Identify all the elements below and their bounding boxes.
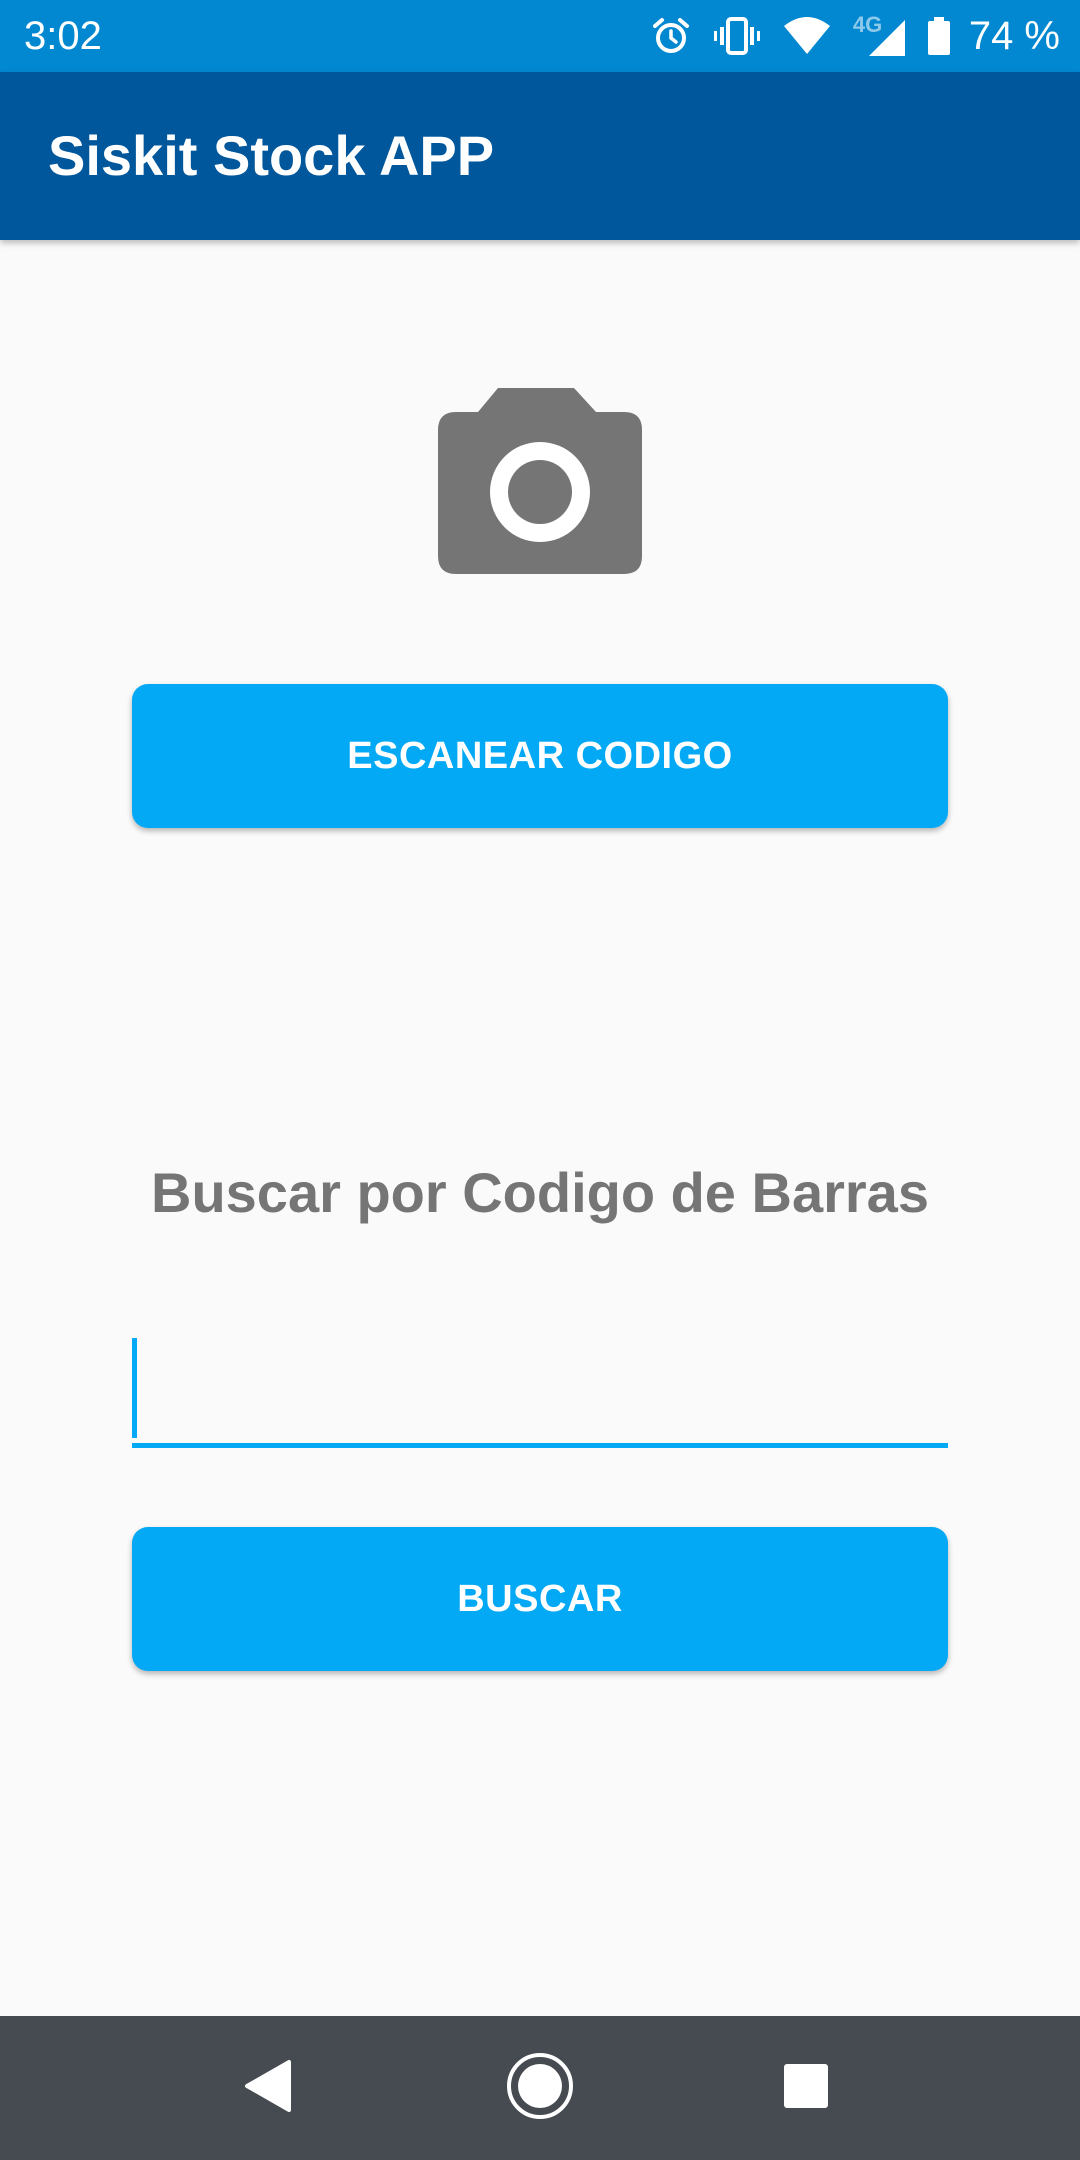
search-button[interactable]: BUSCAR xyxy=(132,1527,948,1671)
battery-percent: 74 % xyxy=(968,13,1060,58)
vibrate-icon xyxy=(713,16,761,56)
status-icons: 4G 74 % xyxy=(651,0,1060,72)
app-bar: Siskit Stock APP xyxy=(0,72,1080,240)
app-title: Siskit Stock APP xyxy=(48,124,495,187)
status-time: 3:02 xyxy=(24,14,102,58)
cell-signal-icon: 4G xyxy=(853,12,905,58)
recents-button[interactable] xyxy=(756,2038,856,2138)
battery-icon xyxy=(927,16,951,56)
text-cursor xyxy=(132,1338,137,1438)
back-icon xyxy=(243,2059,293,2118)
scan-code-button[interactable]: ESCANEAR CODIGO xyxy=(132,684,948,828)
alarm-icon xyxy=(651,16,691,56)
status-bar: 3:02 4G 74 % xyxy=(0,0,1080,72)
search-section-title: Buscar por Codigo de Barras xyxy=(151,1161,929,1224)
navigation-bar xyxy=(0,2016,1080,2160)
camera-icon xyxy=(438,388,642,574)
wifi-icon xyxy=(783,16,831,56)
home-button[interactable] xyxy=(490,2038,590,2138)
recents-icon xyxy=(782,2062,830,2115)
back-button[interactable] xyxy=(218,2038,318,2138)
barcode-input[interactable] xyxy=(132,1332,948,1448)
home-icon xyxy=(505,2051,575,2126)
